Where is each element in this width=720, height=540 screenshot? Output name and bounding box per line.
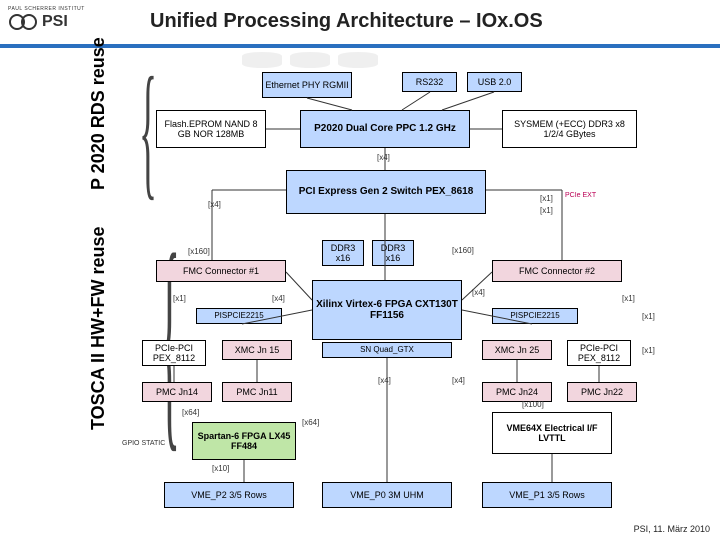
page-title: Unified Processing Architecture – IOx.OS bbox=[150, 10, 543, 33]
node-vme64x: VME64X Electrical I/F LVTTL bbox=[492, 412, 612, 454]
node-pispcie-left: PISPCIE2215 bbox=[196, 308, 282, 324]
bus-x100: [x100] bbox=[522, 400, 544, 409]
bus-x4: [x4] bbox=[377, 153, 390, 162]
node-fmc2: FMC Connector #2 bbox=[492, 260, 622, 282]
bus-gpio: GPIO STATIC bbox=[122, 440, 165, 447]
bus-x4: [x4] bbox=[272, 294, 285, 303]
node-pmc14: PMC Jn14 bbox=[142, 382, 212, 402]
bus-pcie-ext: PCIe EXT bbox=[565, 192, 596, 199]
bus-x64: [x64] bbox=[182, 408, 199, 417]
node-usb: USB 2.0 bbox=[467, 72, 522, 92]
node-vme-p2: VME_P2 3/5 Rows bbox=[164, 482, 294, 508]
node-vme-p1: VME_P1 3/5 Rows bbox=[482, 482, 612, 508]
node-xmc-right: XMC Jn 25 bbox=[482, 340, 552, 360]
footer-date: PSI, 11. März 2010 bbox=[634, 524, 710, 534]
psi-logo: PAUL SCHERRER INSTITUT PSI bbox=[8, 6, 85, 31]
bus-x160: [x160] bbox=[188, 247, 210, 256]
node-xmc-left: XMC Jn 15 bbox=[222, 340, 292, 360]
bus-x1: [x1] bbox=[540, 194, 553, 203]
node-pmc24: PMC Jn24 bbox=[482, 382, 552, 402]
node-ddr3: DDR3 x16 bbox=[322, 240, 364, 266]
side-label-top: P 2020 RDS reuse bbox=[88, 37, 109, 190]
node-xilinx: Xilinx Virtex-6 FPGA CXT130T FF1156 bbox=[312, 280, 462, 340]
node-pcipci-right: PCIe-PCI PEX_8112 bbox=[567, 340, 631, 366]
bus-x10: [x10] bbox=[212, 464, 229, 473]
node-flash: Flash.EPROM NAND 8 GB NOR 128MB bbox=[156, 110, 266, 148]
node-pispcie-right: PISPCIE2215 bbox=[492, 308, 578, 324]
bus-x4: [x4] bbox=[208, 200, 221, 209]
node-rs232: RS232 bbox=[402, 72, 457, 92]
node-fmc1: FMC Connector #1 bbox=[156, 260, 286, 282]
bus-x1: [x1] bbox=[622, 294, 635, 303]
node-ethernet: Ethernet PHY RGMII bbox=[262, 72, 352, 98]
node-pcipci-left: PCIe-PCI PEX_8112 bbox=[142, 340, 206, 366]
node-sngtx: SN Quad_GTX bbox=[322, 342, 452, 358]
node-pmc22: PMC Jn22 bbox=[567, 382, 637, 402]
node-vme-p0: VME_P0 3M UHM bbox=[322, 482, 452, 508]
bus-x1: [x1] bbox=[642, 346, 655, 355]
io-cylinder bbox=[338, 52, 378, 68]
bus-x64: [x64] bbox=[302, 418, 319, 427]
side-label-bottom: TOSCA II HW+FW reuse bbox=[88, 226, 109, 430]
bus-x1: [x1] bbox=[173, 294, 186, 303]
node-pex: PCI Express Gen 2 Switch PEX_8618 bbox=[286, 170, 486, 214]
bus-x4: [x4] bbox=[472, 288, 485, 297]
io-cylinder bbox=[290, 52, 330, 68]
bus-x4: [x4] bbox=[452, 376, 465, 385]
bus-x1: [x1] bbox=[540, 206, 553, 215]
node-p2020: P2020 Dual Core PPC 1.2 GHz bbox=[300, 110, 470, 148]
io-cylinder bbox=[242, 52, 282, 68]
bus-x4: [x4] bbox=[378, 376, 391, 385]
node-pmc11: PMC Jn11 bbox=[222, 382, 292, 402]
node-ddr3: DDR3 x16 bbox=[372, 240, 414, 266]
bus-x160: [x160] bbox=[452, 246, 474, 255]
node-spartan: Spartan-6 FPGA LX45 FF484 bbox=[192, 422, 296, 460]
bus-x1: [x1] bbox=[642, 312, 655, 321]
architecture-diagram: Ethernet PHY RGMII RS232 USB 2.0 Flash.E… bbox=[122, 50, 684, 508]
node-sysmem: SYSMEM (+ECC) DDR3 x8 1/2/4 GBytes bbox=[502, 110, 637, 148]
